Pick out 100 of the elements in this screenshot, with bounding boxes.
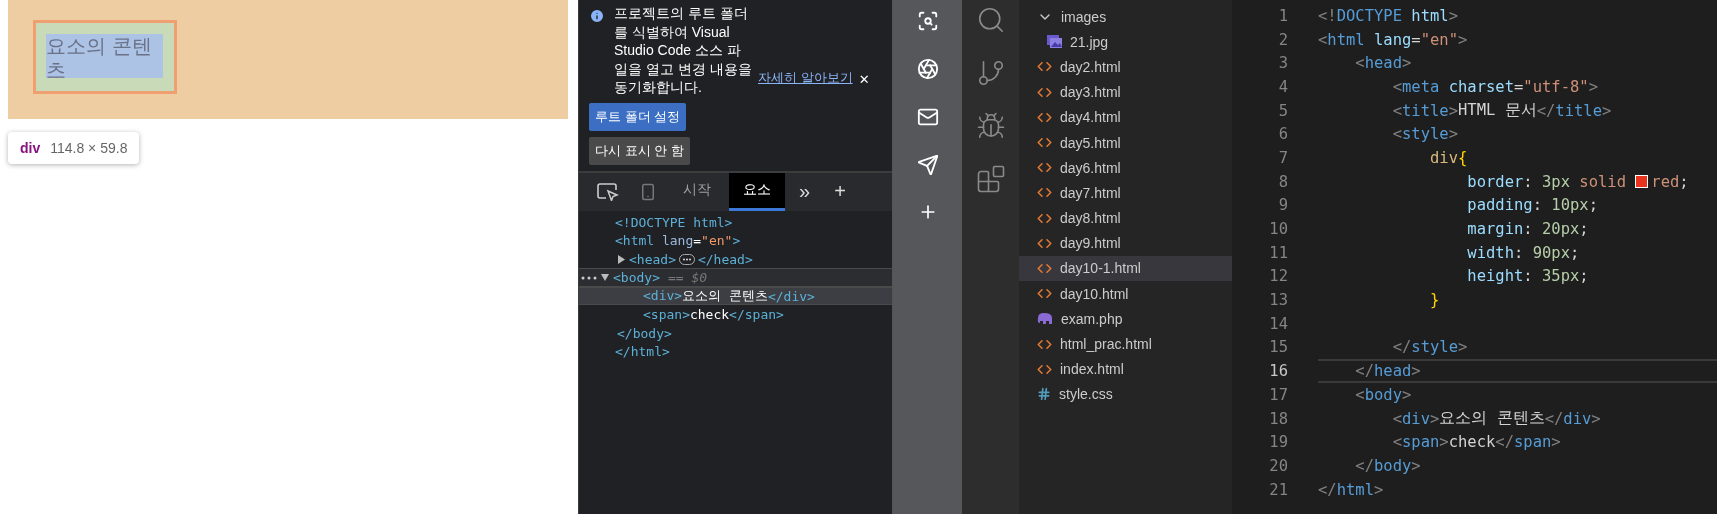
code-line: </html> <box>1318 479 1385 501</box>
line-number: 10 <box>1268 220 1288 239</box>
send-icon[interactable] <box>916 154 939 176</box>
tag-text: <div>요소의 콘텐츠 <box>643 287 768 306</box>
code-line: padding: 10px; <box>1466 195 1599 217</box>
line-number: 11 <box>1268 243 1288 262</box>
dismiss-button[interactable]: 다시 표시 안 함 <box>589 136 690 165</box>
ellipsis-icon[interactable] <box>678 253 695 265</box>
file-item[interactable]: day6.html <box>1019 155 1232 181</box>
line-number: 18 <box>1268 409 1288 428</box>
file-item[interactable]: exam.php <box>1019 306 1232 332</box>
code-line: } <box>1428 290 1441 312</box>
expand-arrow-icon[interactable] <box>617 254 625 264</box>
file-item[interactable]: day9.html <box>1019 230 1232 256</box>
line-number: 2 <box>1277 30 1288 49</box>
code-line: height: 35px; <box>1466 266 1590 288</box>
code-line: <style> <box>1391 124 1459 146</box>
tag-text: <body> <box>613 270 660 286</box>
tab[interactable]: 시작 <box>669 172 725 211</box>
line-number: 12 <box>1268 267 1288 286</box>
bug-icon[interactable] <box>975 111 1006 141</box>
code-line: <html lang="en"> <box>1318 29 1469 51</box>
line-number: 1 <box>1277 6 1288 25</box>
hash-icon <box>1037 387 1051 402</box>
elephant-icon <box>1037 313 1053 325</box>
tag-text: <html lang="en"> <box>615 233 741 249</box>
code-line: <head> <box>1354 53 1413 75</box>
line-number: 8 <box>1277 172 1288 191</box>
file-item[interactable]: day10-1.html <box>1019 255 1232 282</box>
aperture-icon[interactable] <box>916 58 939 80</box>
dom-row[interactable]: <!DOCTYPE html> <box>579 212 892 232</box>
color-swatch-icon[interactable] <box>1635 175 1649 189</box>
code-line: <title>HTML 문서</title> <box>1391 100 1613 122</box>
code-line: </head> <box>1318 359 1717 383</box>
line-number: 14 <box>1268 314 1288 333</box>
file-item[interactable]: day7.html <box>1019 180 1232 206</box>
tag-text: <span>check <box>643 307 730 323</box>
selection-hint: == $0 <box>667 270 708 286</box>
learn-more-link[interactable]: 자세히 알아보기 <box>758 68 853 87</box>
closing-tag-text: </span> <box>729 307 784 323</box>
code-line: div{ <box>1428 147 1469 169</box>
code-line: </body> <box>1354 455 1422 477</box>
dom-row[interactable]: <span>check</span> <box>579 305 892 324</box>
code-line: width: 90px; <box>1466 242 1581 264</box>
line-number: 13 <box>1268 291 1288 310</box>
collapse-arrow-icon[interactable] <box>601 273 609 283</box>
code-line: border: 3px solid red; <box>1466 171 1690 193</box>
line-number: 15 <box>1268 338 1288 357</box>
tooltip-size: 114.8 × 59.8 <box>50 140 128 156</box>
close-button[interactable]: ✕ <box>858 71 870 87</box>
notice-text: 프로젝트의 루트 폴더를 식별하여 Visual Studio Code 소스 파일을 열고 변경 내용을 동기화합니다. <box>613 4 752 97</box>
closing-tag-text: </html> <box>615 344 670 360</box>
info-icon <box>589 8 605 24</box>
dom-row[interactable]: </html> <box>579 342 892 361</box>
tooltip-tag: div <box>20 140 41 156</box>
more-dots-icon[interactable] <box>581 275 597 280</box>
line-number: 20 <box>1268 456 1288 475</box>
line-number: 19 <box>1268 433 1288 452</box>
file-item[interactable]: 21.jpg <box>1019 29 1232 55</box>
more-tabs-button[interactable]: » <box>789 172 821 211</box>
add-tab-button[interactable]: + <box>824 172 856 211</box>
line-number: 17 <box>1268 385 1288 404</box>
code-line: <!DOCTYPE html> <box>1318 5 1459 27</box>
mail-icon[interactable] <box>916 106 939 128</box>
device-icon[interactable] <box>639 182 657 201</box>
dom-row[interactable]: <body> == $0 <box>579 268 892 287</box>
code-line: margin: 20px; <box>1466 219 1590 241</box>
code-line: <meta charset="utf-8"> <box>1391 76 1599 98</box>
file-item[interactable]: day3.html <box>1019 79 1232 105</box>
code-line: </style> <box>1391 337 1469 359</box>
code-line: <span>check</span> <box>1391 432 1562 454</box>
line-number: 4 <box>1277 77 1288 96</box>
file-item[interactable]: html_prac.html <box>1019 331 1232 357</box>
closing-tag-text: </div> <box>767 288 815 304</box>
line-number: 7 <box>1277 148 1288 167</box>
closing-tag-text: </head> <box>697 251 753 267</box>
file-item[interactable]: index.html <box>1019 356 1232 382</box>
file-item[interactable]: day8.html <box>1019 205 1232 231</box>
search-icon[interactable] <box>916 10 939 32</box>
closing-tag-text: </body> <box>617 325 672 341</box>
extensions-icon[interactable] <box>975 164 1006 194</box>
tab[interactable]: 요소 <box>729 172 785 211</box>
file-item[interactable]: day10.html <box>1019 281 1232 307</box>
file-item[interactable]: day4.html <box>1019 104 1232 130</box>
folder-item[interactable]: images <box>1019 4 1232 30</box>
dom-row[interactable]: <head> </head> <box>579 249 892 269</box>
dom-row[interactable]: </body> <box>579 323 892 343</box>
tag-text: <!DOCTYPE html> <box>615 214 733 230</box>
file-item[interactable]: style.css <box>1019 381 1232 407</box>
element-content: 요소의 콘텐츠 <box>46 34 163 78</box>
inspect-icon[interactable] <box>597 182 619 201</box>
file-item[interactable]: day5.html <box>1019 129 1232 156</box>
set-root-folder-button[interactable]: 루트 폴더 설정 <box>589 102 687 131</box>
dom-row[interactable]: <html lang="en"> <box>579 231 892 250</box>
code-line: <div>요소의 콘텐츠</div> <box>1391 408 1602 430</box>
line-number: 6 <box>1277 125 1288 144</box>
file-item[interactable]: day2.html <box>1019 54 1232 80</box>
image-icon <box>1047 35 1062 49</box>
tag-text: <head> <box>629 251 676 267</box>
code-line: <body> <box>1354 384 1413 406</box>
